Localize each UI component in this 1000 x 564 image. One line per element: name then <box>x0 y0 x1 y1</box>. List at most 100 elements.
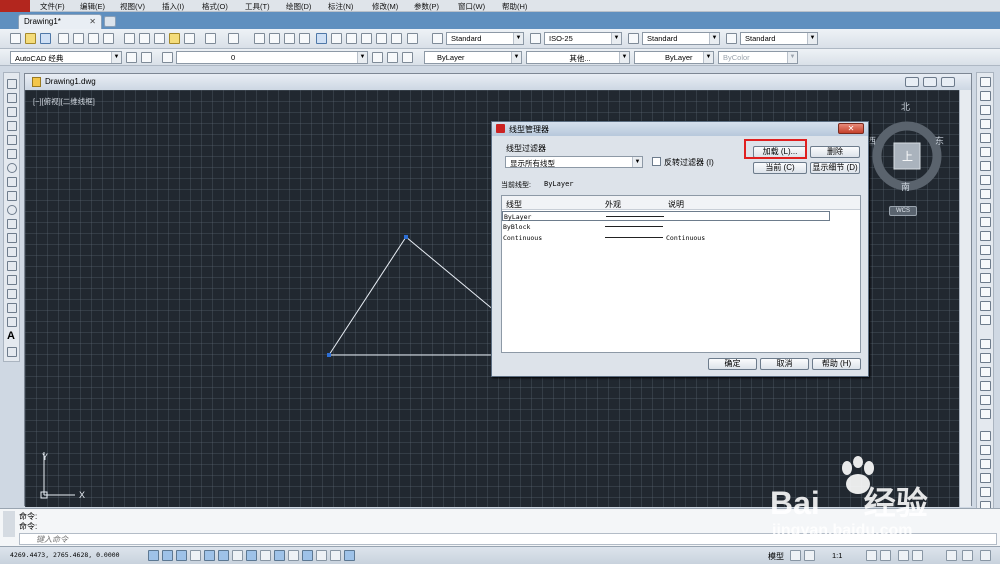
menu-parametric[interactable]: 参数(P) <box>414 1 439 12</box>
table-row[interactable]: Continuous Continuous <box>502 233 830 243</box>
match-properties-icon[interactable] <box>169 33 180 44</box>
snap-mode-icon[interactable] <box>162 550 173 561</box>
move-icon[interactable] <box>980 147 991 157</box>
help-icon[interactable] <box>407 33 418 44</box>
menu-help[interactable]: 帮助(H) <box>502 1 527 12</box>
draworder-front-icon[interactable] <box>980 339 991 349</box>
linetype-filter-select[interactable]: 显示所有线型 ▼ <box>505 156 643 168</box>
rectangle-icon[interactable] <box>7 135 17 145</box>
open-icon[interactable] <box>25 33 36 44</box>
copy-icon[interactable] <box>139 33 150 44</box>
snap-endpoint-icon[interactable] <box>980 431 991 441</box>
zoom-realtime-icon[interactable] <box>269 33 280 44</box>
draworder-above-icon[interactable] <box>980 367 991 377</box>
annotation-visibility-icon[interactable] <box>866 550 877 561</box>
hatch-to-back-icon[interactable] <box>980 409 991 419</box>
workspace-settings-icon[interactable] <box>126 52 137 63</box>
ortho-mode-icon[interactable] <box>190 550 201 561</box>
menu-format[interactable]: 格式(O) <box>202 1 228 12</box>
explode-icon[interactable] <box>980 315 991 325</box>
multiline-text-icon[interactable]: A <box>7 331 17 342</box>
cut-icon[interactable] <box>124 33 135 44</box>
block-editor-icon[interactable] <box>184 33 195 44</box>
gradient-icon[interactable] <box>7 289 17 299</box>
construction-line-icon[interactable] <box>7 93 17 103</box>
status-menu-icon[interactable] <box>962 550 973 561</box>
extend-icon[interactable] <box>980 217 991 227</box>
text-to-front-icon[interactable] <box>980 395 991 405</box>
revcloud-icon[interactable] <box>7 177 17 187</box>
region-icon[interactable] <box>7 303 17 313</box>
help-button[interactable]: 帮助 (H) <box>812 358 861 370</box>
break-icon[interactable] <box>980 245 991 255</box>
layer-dropdown[interactable]: 0 ▼ <box>176 51 368 64</box>
zoom-previous-icon[interactable] <box>299 33 310 44</box>
new-icon[interactable] <box>10 33 21 44</box>
model-space-toggle[interactable]: 模型 <box>768 551 784 562</box>
trim-icon[interactable] <box>980 203 991 213</box>
command-input[interactable] <box>20 534 920 544</box>
show-details-button[interactable]: 显示细节 (D) <box>810 162 860 174</box>
publish-icon[interactable] <box>88 33 99 44</box>
pan-icon[interactable] <box>254 33 265 44</box>
grid-display-icon[interactable] <box>176 550 187 561</box>
layer-match-icon[interactable] <box>402 52 413 63</box>
snap-center-icon[interactable] <box>980 473 991 483</box>
dim-style-icon[interactable] <box>530 33 541 44</box>
table-icon[interactable] <box>7 317 17 327</box>
scale-icon[interactable] <box>980 175 991 185</box>
new-tab-button[interactable] <box>104 16 116 27</box>
clean-screen-icon[interactable] <box>980 550 991 561</box>
column-linetype[interactable]: 线型 <box>506 199 522 210</box>
table-style-icon[interactable] <box>628 33 639 44</box>
line-icon[interactable] <box>7 79 17 89</box>
stretch-icon[interactable] <box>980 189 991 199</box>
table-style-dropdown[interactable]: Standard ▼ <box>642 32 720 45</box>
print-icon[interactable] <box>58 33 69 44</box>
mleader-style-icon[interactable] <box>726 33 737 44</box>
compass-south[interactable]: 南 <box>901 180 910 193</box>
infer-constraints-icon[interactable] <box>148 550 159 561</box>
annotation-monitor-icon[interactable] <box>344 550 355 561</box>
cancel-button[interactable]: 取消 <box>760 358 809 370</box>
invert-filter-checkbox[interactable] <box>652 157 661 166</box>
fillet-icon[interactable] <box>980 287 991 297</box>
draworder-back-icon[interactable] <box>980 353 991 363</box>
polygon-icon[interactable] <box>7 121 17 131</box>
compass-north[interactable]: 北 <box>901 100 910 113</box>
triangle-edge-left[interactable] <box>328 236 407 356</box>
object-snap-icon[interactable] <box>218 550 229 561</box>
vertical-scrollbar[interactable] <box>959 90 971 507</box>
snap-quadrant-icon[interactable] <box>980 487 991 497</box>
blend-icon[interactable] <box>980 301 991 311</box>
tool-palettes-icon[interactable] <box>346 33 357 44</box>
menu-tools[interactable]: 工具(T) <box>245 1 270 12</box>
ok-button[interactable]: 确定 <box>708 358 757 370</box>
menu-draw[interactable]: 绘图(D) <box>286 1 311 12</box>
table-row[interactable]: ByBlock <box>502 222 830 232</box>
menu-view[interactable]: 视图(V) <box>120 1 145 12</box>
command-window-grip[interactable] <box>3 511 15 537</box>
linetype-dropdown[interactable]: 其他... ▼ <box>526 51 630 64</box>
layout-icon[interactable] <box>790 550 801 561</box>
snap-midpoint-icon[interactable] <box>980 445 991 455</box>
table-row[interactable]: ByLayer <box>502 211 830 221</box>
wcs-menu[interactable]: WCS <box>889 206 917 216</box>
lock-ui-icon[interactable] <box>912 550 923 561</box>
menu-insert[interactable]: 插入(I) <box>162 1 184 12</box>
ellipse-arc-icon[interactable] <box>7 219 17 229</box>
mirror-icon[interactable] <box>980 105 991 115</box>
polyline-icon[interactable] <box>7 107 17 117</box>
properties-icon[interactable] <box>316 33 327 44</box>
transparency-icon[interactable] <box>302 550 313 561</box>
color-dropdown[interactable]: ByLayer ▼ <box>424 51 522 64</box>
layer-properties-icon[interactable] <box>141 52 152 63</box>
offset-icon[interactable] <box>980 119 991 129</box>
add-selected-icon[interactable] <box>7 347 17 357</box>
layer-previous-icon[interactable] <box>387 52 398 63</box>
draworder-under-icon[interactable] <box>980 381 991 391</box>
sheet-set-icon[interactable] <box>361 33 372 44</box>
hatch-icon[interactable] <box>7 275 17 285</box>
markup-icon[interactable] <box>376 33 387 44</box>
quick-view-icon[interactable] <box>804 550 815 561</box>
